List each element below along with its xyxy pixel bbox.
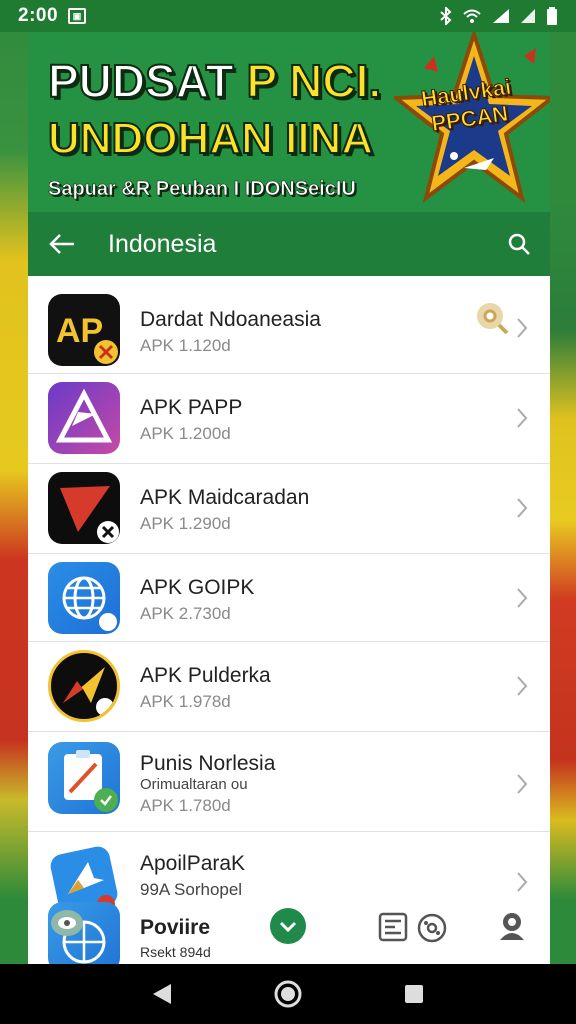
news-icon[interactable] <box>378 912 408 942</box>
app-version: APK 2.730d <box>140 604 231 623</box>
app-list: AP Dardat Ndoaneasia APK 1.120d APK PAPP… <box>28 276 550 966</box>
status-icons <box>440 7 558 25</box>
wifi-icon <box>463 9 481 23</box>
list-item[interactable]: APK Maidcaradan APK 1.290d <box>28 464 550 554</box>
app-name: APK Maidcaradan <box>140 486 310 509</box>
ap-logo-icon: AP <box>48 294 120 366</box>
app-name: ApoilParaK <box>140 852 246 875</box>
battery-icon <box>547 7 557 25</box>
chevron-right-icon <box>517 588 528 608</box>
yellow-arrow-icon <box>48 650 120 722</box>
status-time: 2:00 <box>18 5 59 26</box>
app-name: APK GOIPK <box>140 576 255 599</box>
app-bar: Indonesia <box>28 212 550 276</box>
list-item[interactable]: APK PAPP APK 1.200d <box>28 374 550 464</box>
list-item[interactable]: APK GOIPK APK 2.730d <box>28 554 550 642</box>
list-item[interactable]: AP Dardat Ndoaneasia APK 1.120d <box>28 276 550 374</box>
promo-banner[interactable]: PUDSAT P NCI. UNDOHAN IINA Sapuar &R Peu… <box>28 32 550 212</box>
chevron-right-icon <box>517 774 528 794</box>
app-version: APK 1.120d <box>140 336 231 355</box>
app-name: Punis Norlesia <box>140 752 276 775</box>
red-arrow-icon <box>48 472 120 544</box>
app-name: Poviire <box>140 916 211 939</box>
chevron-right-icon <box>517 498 528 518</box>
status-bar: 2:00 ▣ <box>0 0 576 32</box>
svg-text:AP: AP <box>56 312 103 350</box>
app-version: APK 1.978d <box>140 692 231 711</box>
chevron-right-icon <box>517 318 528 338</box>
chevron-right-icon <box>517 872 528 892</box>
banner-headline-2: UNDOHAN IINA <box>47 113 374 164</box>
eye-badge-icon <box>51 910 83 936</box>
search-icon[interactable] <box>508 233 530 255</box>
chevron-right-icon <box>517 408 528 428</box>
bottom-nav: Poviire Rsekt 894d <box>28 896 550 966</box>
triangle-logo-icon <box>48 382 120 454</box>
app-subtitle: Orimualtaran ou <box>140 776 248 793</box>
settings-icon[interactable] <box>416 912 448 944</box>
chevron-right-icon <box>517 676 528 696</box>
profile-pin-icon[interactable] <box>496 910 528 942</box>
system-nav-bar <box>0 964 576 1024</box>
recents-square-icon[interactable] <box>403 983 425 1005</box>
signal-icon <box>493 9 509 23</box>
back-arrow-icon[interactable] <box>48 232 76 256</box>
app-version: APK 1.200d <box>140 424 231 443</box>
lens-badge-icon <box>477 303 509 335</box>
app-version: APK 1.780d <box>140 796 231 815</box>
download-fab[interactable] <box>270 908 306 944</box>
list-item[interactable]: APK Pulderka APK 1.978d <box>28 642 550 732</box>
app-version: APK 1.290d <box>140 514 231 533</box>
app-version: Rsekt 894d <box>140 944 211 960</box>
globe-icon <box>48 562 120 634</box>
chevron-down-icon <box>279 921 297 933</box>
clipboard-icon <box>48 742 120 814</box>
banner-headline-1: PUDSAT P NCI. <box>47 54 383 108</box>
signal-icon-2 <box>521 9 535 23</box>
list-item[interactable]: Punis Norlesia Orimualtaran ou APK 1.780… <box>28 732 550 832</box>
banner-subtitle: Sapuar &R Peuban I IDONSeicIU <box>48 178 356 201</box>
app-name: Dardat Ndoaneasia <box>140 308 321 331</box>
back-triangle-icon[interactable] <box>151 982 173 1006</box>
notification-icon: ▣ <box>68 8 87 24</box>
banner-headline-1b: P NCI. <box>246 54 383 108</box>
home-circle-icon[interactable] <box>274 980 302 1008</box>
banner-headline-1a: PUDSAT <box>47 54 247 108</box>
app-name: APK PAPP <box>140 396 243 419</box>
bluetooth-icon <box>440 7 452 25</box>
page-title: Indonesia <box>108 229 217 258</box>
app-name: APK Pulderka <box>140 664 271 687</box>
